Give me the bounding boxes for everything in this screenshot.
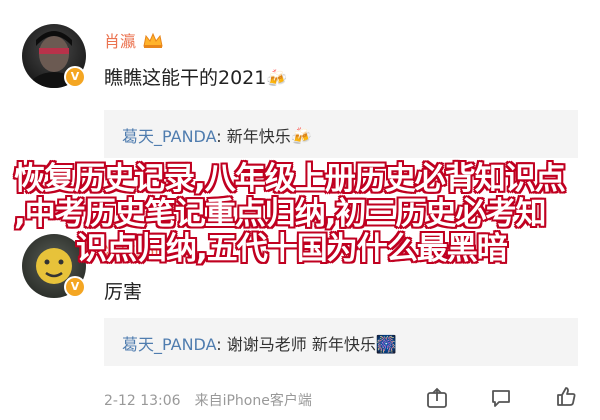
reply-emoji: 🍻 xyxy=(290,127,312,147)
verified-badge-icon: V xyxy=(64,66,86,88)
share-icon[interactable] xyxy=(426,387,448,409)
reply-message: 新年快乐 xyxy=(226,127,291,146)
comment-content: 瞧瞧这能干的2021🍻 xyxy=(104,63,288,90)
overlay-line-1: 恢复历史记录,八年级上册历史必背知识点 xyxy=(14,161,566,197)
source: 来自iPhone客户端 xyxy=(194,393,312,409)
vip-crown-icon xyxy=(142,31,164,49)
verified-badge-icon: V xyxy=(64,276,86,298)
username[interactable]: 肖瀛 xyxy=(104,28,164,52)
reply-colon: : xyxy=(216,335,227,354)
comment-meta: 2-12 13:06 来自iPhone客户端 xyxy=(104,390,312,410)
reply-box[interactable]: 葛天_PANDA: 新年快乐🍻 xyxy=(104,110,578,158)
beer-emoji: 🍻 xyxy=(266,69,288,89)
reply-username[interactable]: 葛天_PANDA xyxy=(122,335,216,354)
username-text[interactable]: 肖瀛 xyxy=(104,32,136,51)
reply-text: 葛天_PANDA: 谢谢马老师 新年快乐🎆 xyxy=(122,331,397,355)
reply-username[interactable]: 葛天_PANDA xyxy=(122,127,216,146)
comment-content: 厉害 xyxy=(104,277,142,304)
reply-colon: : xyxy=(216,127,227,146)
comment-text: 厉害 xyxy=(104,281,143,303)
overlay-caption: 恢复历史记录,八年级上册历史必背知识点 ,中考历史笔记重点归纳,初三历史必考知 … xyxy=(0,162,600,267)
comment-text: 瞧瞧这能干的2021 xyxy=(104,67,267,89)
reply-message: 谢谢马老师 新年快乐 xyxy=(226,335,376,354)
like-icon[interactable] xyxy=(555,385,577,407)
reply-box[interactable]: 葛天_PANDA: 谢谢马老师 新年快乐🎆 xyxy=(104,318,578,366)
comment-icon[interactable] xyxy=(490,387,512,409)
reply-text: 葛天_PANDA: 新年快乐🍻 xyxy=(122,123,312,147)
reply-emoji: 🎆 xyxy=(375,335,397,355)
overlay-line-2: ,中考历史笔记重点归纳,初三历史必考知 xyxy=(14,196,547,232)
overlay-line-3: 识点归纳,五代十国为什么最黑暗 xyxy=(76,231,508,267)
timestamp: 2-12 13:06 xyxy=(104,393,181,409)
